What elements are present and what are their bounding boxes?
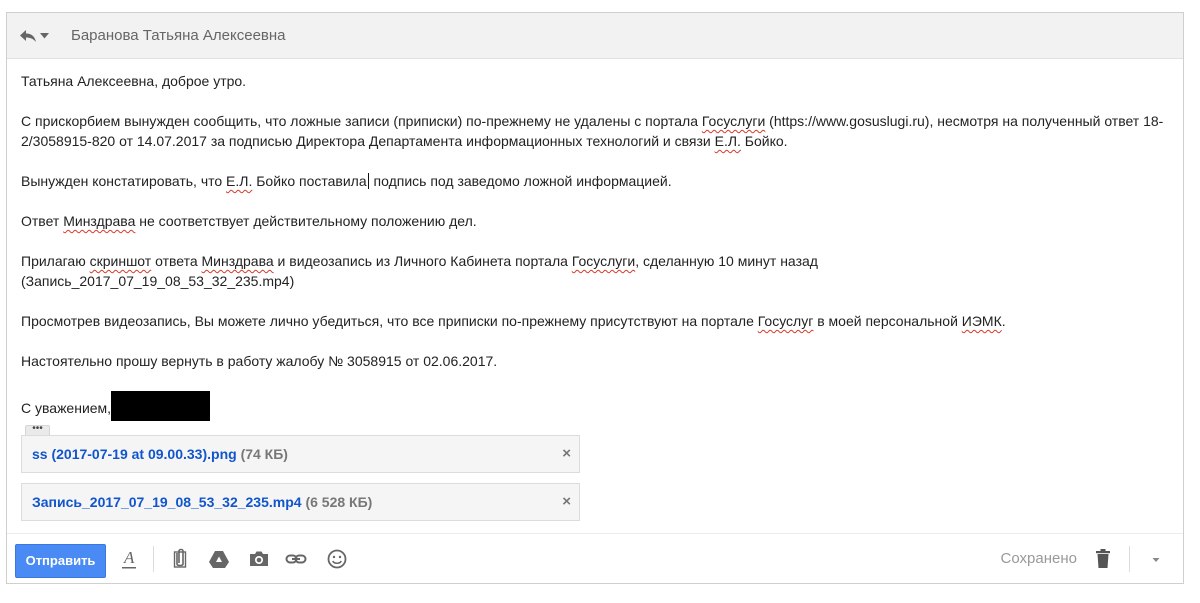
- paragraph-1: С прискорбием вынужден сообщить, что лож…: [21, 113, 1164, 149]
- recipient-name[interactable]: Баранова Татьяна Алексеевна: [71, 27, 286, 44]
- saved-status: Сохранено: [1000, 550, 1077, 567]
- greeting-line: Татьяна Алексеевна, доброе утро.: [21, 73, 247, 89]
- spellcheck-word: Госуслуг: [757, 313, 814, 329]
- attachment-size: (74 КБ): [240, 446, 288, 462]
- signoff-line: С уважением,: [21, 391, 1169, 421]
- spellcheck-word: Е.Л.: [714, 133, 741, 149]
- attachment-name[interactable]: ss (2017-07-19 at 09.00.33).png: [32, 446, 237, 462]
- toolbar-divider: [1129, 546, 1130, 572]
- compose-header: Баранова Татьяна Алексеевна: [7, 13, 1183, 59]
- toolbar-divider: [153, 546, 154, 572]
- attachment-size: (6 528 КБ): [305, 494, 373, 510]
- photo-icon[interactable]: [248, 548, 270, 570]
- trash-icon[interactable]: [1094, 548, 1112, 570]
- spellcheck-word: Е.Л.: [226, 173, 253, 189]
- paragraph-3: Ответ Минздрава не соответствует действи…: [21, 213, 477, 229]
- spellcheck-word: Госуслуги: [701, 113, 766, 129]
- link-icon[interactable]: [285, 548, 307, 570]
- emoji-icon[interactable]: [326, 548, 348, 570]
- paragraph-6: Настоятельно прошу вернуть в работу жало…: [21, 353, 498, 369]
- more-options-icon[interactable]: [1151, 548, 1161, 570]
- paragraph-4: Прилагаю скриншот ответа Минздрава и вид…: [21, 253, 818, 289]
- attachment-chip[interactable]: ss (2017-07-19 at 09.00.33).png (74 КБ) …: [21, 435, 580, 473]
- paragraph-5: Просмотрев видеозапись, Вы можете лично …: [21, 313, 1006, 329]
- send-button[interactable]: Отправить: [15, 544, 106, 578]
- spellcheck-word: Минздрава: [63, 213, 136, 229]
- redacted-signature: [111, 391, 211, 421]
- remove-attachment-icon[interactable]: ×: [562, 484, 571, 520]
- spellcheck-word: Минздрава: [201, 253, 274, 269]
- chevron-down-icon[interactable]: [40, 33, 49, 39]
- attachment-chip[interactable]: Запись_2017_07_19_08_53_32_235.mp4 (6 52…: [21, 483, 580, 521]
- text-cursor: [367, 173, 369, 189]
- compose-toolbar: Отправить A Сохранено: [7, 533, 1183, 583]
- drive-icon[interactable]: [208, 548, 230, 570]
- compose-window: Баранова Татьяна Алексеевна Татьяна Алек…: [6, 12, 1184, 584]
- spellcheck-word: скриншот: [89, 253, 152, 269]
- attach-icon[interactable]: [173, 548, 187, 570]
- spellcheck-word: Госуслуги: [571, 253, 636, 269]
- spellcheck-word: ИЭМК: [961, 313, 1002, 329]
- attachment-name[interactable]: Запись_2017_07_19_08_53_32_235.mp4: [32, 494, 302, 510]
- svg-text:A: A: [123, 548, 135, 567]
- reply-icon[interactable]: [19, 28, 37, 44]
- remove-attachment-icon[interactable]: ×: [562, 436, 571, 472]
- paragraph-2: Вынужден констатировать, что Е.Л. Бойко …: [21, 173, 672, 189]
- format-text-icon[interactable]: A: [121, 548, 137, 570]
